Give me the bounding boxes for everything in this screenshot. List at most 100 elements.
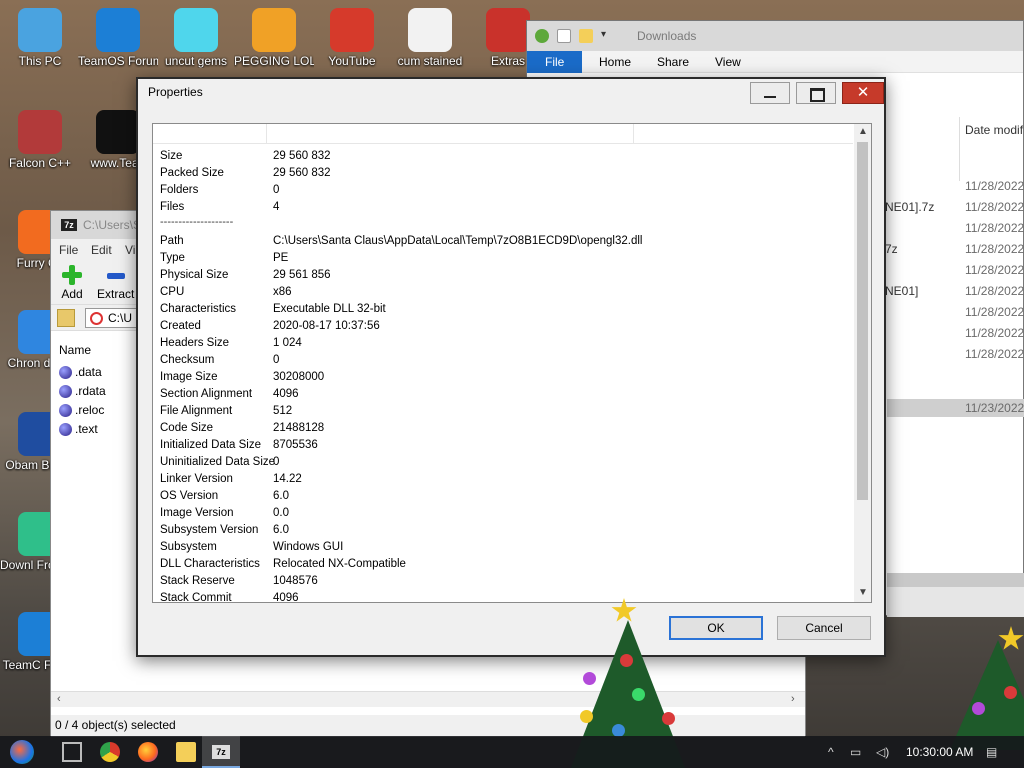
file-date: 11/28/2022 bbox=[965, 347, 1024, 361]
explorer-scrollbar[interactable] bbox=[887, 573, 1024, 587]
file-row[interactable]: 11/28/2022 bbox=[885, 263, 1024, 279]
property-value: 0 bbox=[273, 354, 280, 366]
properties-vertical-scrollbar[interactable]: ▲ ▼ bbox=[854, 124, 871, 602]
quick-access-icon[interactable] bbox=[535, 29, 549, 43]
desktop-icon-label: YouTube bbox=[328, 54, 376, 68]
file-row[interactable]: 11/28/2022 bbox=[885, 305, 1024, 321]
cancel-button[interactable]: Cancel bbox=[777, 616, 871, 640]
shortcut-icon bbox=[174, 8, 218, 52]
scroll-right-arrow-icon[interactable]: › bbox=[791, 693, 795, 705]
archive-file-item[interactable]: .data bbox=[59, 363, 102, 381]
customize-dropdown-icon[interactable]: ▾ bbox=[601, 29, 606, 43]
property-name: Linker Version bbox=[160, 473, 233, 485]
column-header-date-modified[interactable]: Date modif bbox=[965, 123, 1023, 137]
archive-file-name: .text bbox=[75, 422, 98, 436]
taskbar-clock[interactable]: 10:30:00 AM bbox=[906, 745, 973, 759]
file-row[interactable]: 11/28/2022 bbox=[885, 347, 1024, 363]
new-folder-icon[interactable] bbox=[579, 29, 593, 43]
menu-view[interactable]: Vi bbox=[125, 243, 135, 257]
archive-file-name: .data bbox=[75, 365, 102, 379]
maximize-button[interactable] bbox=[796, 82, 836, 104]
notifications-icon[interactable]: ▤ bbox=[986, 745, 997, 759]
archive-file-item[interactable]: .text bbox=[59, 420, 98, 438]
desktop-icon-label: cum stained bbox=[397, 54, 463, 68]
property-name: Characteristics bbox=[160, 303, 237, 315]
extract-button[interactable]: Extract bbox=[97, 265, 134, 301]
file-date: 11/28/2022 bbox=[965, 284, 1024, 298]
7zip-title-path: C:\Users\S bbox=[83, 218, 142, 232]
close-button[interactable]: ✕ bbox=[842, 82, 884, 104]
ribbon-tab-view[interactable]: View bbox=[701, 51, 755, 73]
property-value: 4096 bbox=[273, 388, 299, 400]
property-value: 512 bbox=[273, 405, 293, 417]
properties-icon[interactable] bbox=[557, 29, 571, 43]
file-date: 11/28/2022 bbox=[965, 263, 1024, 277]
show-hidden-icons-chevron-icon[interactable]: ^ bbox=[828, 745, 834, 759]
menu-edit[interactable]: Edit bbox=[91, 243, 112, 257]
file-row[interactable]: 11/28/2022 bbox=[885, 179, 1024, 195]
desktop-icon[interactable]: PEGGING LOL bbox=[234, 8, 314, 68]
property-name: Subsystem Version bbox=[160, 524, 259, 536]
scroll-thumb[interactable] bbox=[857, 142, 868, 500]
property-value: 4 bbox=[273, 201, 280, 213]
desktop-icon[interactable]: Falcon C++ bbox=[0, 110, 80, 170]
property-name: Subsystem bbox=[160, 541, 217, 553]
file-row[interactable]: 7z 11/28/2022 bbox=[885, 242, 1024, 258]
column-divider bbox=[959, 117, 960, 181]
file-row[interactable]: 11/23/2022 bbox=[885, 401, 1024, 417]
firefox-icon[interactable] bbox=[138, 742, 158, 762]
7zip-taskbar-icon[interactable]: 7z bbox=[212, 745, 230, 759]
explorer-ribbon: File Home Share View bbox=[527, 51, 1023, 73]
explorer-title-bar[interactable]: ▾ Downloads bbox=[527, 21, 1023, 51]
property-name: Type bbox=[160, 252, 185, 264]
archive-file-item[interactable]: .reloc bbox=[59, 401, 104, 419]
chrome-icon[interactable] bbox=[100, 742, 120, 762]
ribbon-tab-share[interactable]: Share bbox=[643, 51, 703, 73]
column-header-name[interactable]: Name bbox=[59, 343, 91, 357]
menu-file[interactable]: File bbox=[59, 243, 78, 257]
file-type-icon bbox=[59, 404, 72, 418]
property-value: 0.0 bbox=[273, 507, 289, 519]
file-type-icon bbox=[59, 366, 72, 380]
7zip-horizontal-scrollbar[interactable]: ‹ › bbox=[51, 691, 805, 707]
file-explorer-icon[interactable] bbox=[176, 742, 196, 762]
desktop-icon[interactable]: This PC bbox=[0, 8, 80, 68]
property-name: OS Version bbox=[160, 490, 219, 502]
property-value: 6.0 bbox=[273, 490, 289, 502]
archive-file-item[interactable]: .rdata bbox=[59, 382, 106, 400]
property-name: Image Size bbox=[160, 371, 218, 383]
scroll-up-arrow-icon[interactable]: ▲ bbox=[858, 126, 868, 137]
volume-icon[interactable]: ◁) bbox=[876, 745, 889, 759]
file-row[interactable]: 11/28/2022 bbox=[885, 221, 1024, 237]
scroll-down-arrow-icon[interactable]: ▼ bbox=[858, 587, 868, 598]
start-button-icon[interactable] bbox=[10, 740, 34, 764]
properties-dialog[interactable]: Properties ✕ Size 29 560 832 Packed Size 29… bbox=[136, 77, 886, 657]
file-row[interactable]: NE01] 11/28/2022 bbox=[885, 284, 1024, 300]
add-label: Add bbox=[61, 287, 83, 301]
add-button[interactable]: Add bbox=[61, 265, 83, 301]
desktop-icon[interactable]: TeamOS Forum Lin bbox=[78, 8, 158, 68]
extract-icon bbox=[105, 265, 127, 285]
property-value: 1048576 bbox=[273, 575, 318, 587]
properties-list[interactable]: Size 29 560 832 Packed Size 29 560 832 Folde… bbox=[152, 123, 872, 603]
property-name: File Alignment bbox=[160, 405, 233, 417]
file-date: 11/28/2022 bbox=[965, 326, 1024, 340]
properties-title-bar[interactable]: Properties ✕ bbox=[138, 79, 884, 107]
property-name: Stack Reserve bbox=[160, 575, 235, 587]
desktop-icon[interactable]: cum stained bbox=[390, 8, 470, 68]
property-value: 0 bbox=[273, 184, 280, 196]
desktop-icon[interactable]: uncut gems bbox=[156, 8, 236, 68]
explorer-title: Downloads bbox=[637, 29, 697, 43]
task-view-icon[interactable] bbox=[62, 742, 82, 762]
folder-up-icon[interactable] bbox=[57, 309, 75, 327]
network-icon[interactable]: ▭ bbox=[850, 745, 861, 759]
ribbon-tab-home[interactable]: Home bbox=[585, 51, 645, 73]
minimize-button[interactable] bbox=[750, 82, 790, 104]
file-row[interactable]: 11/28/2022 bbox=[885, 326, 1024, 342]
ribbon-tab-file[interactable]: File bbox=[527, 51, 583, 73]
desktop-icon[interactable]: YouTube bbox=[312, 8, 392, 68]
property-value: 1 024 bbox=[273, 337, 302, 349]
extract-label: Extract bbox=[97, 287, 135, 301]
scroll-left-arrow-icon[interactable]: ‹ bbox=[57, 693, 61, 705]
file-row[interactable]: NE01].7z 11/28/2022 bbox=[885, 200, 1024, 216]
